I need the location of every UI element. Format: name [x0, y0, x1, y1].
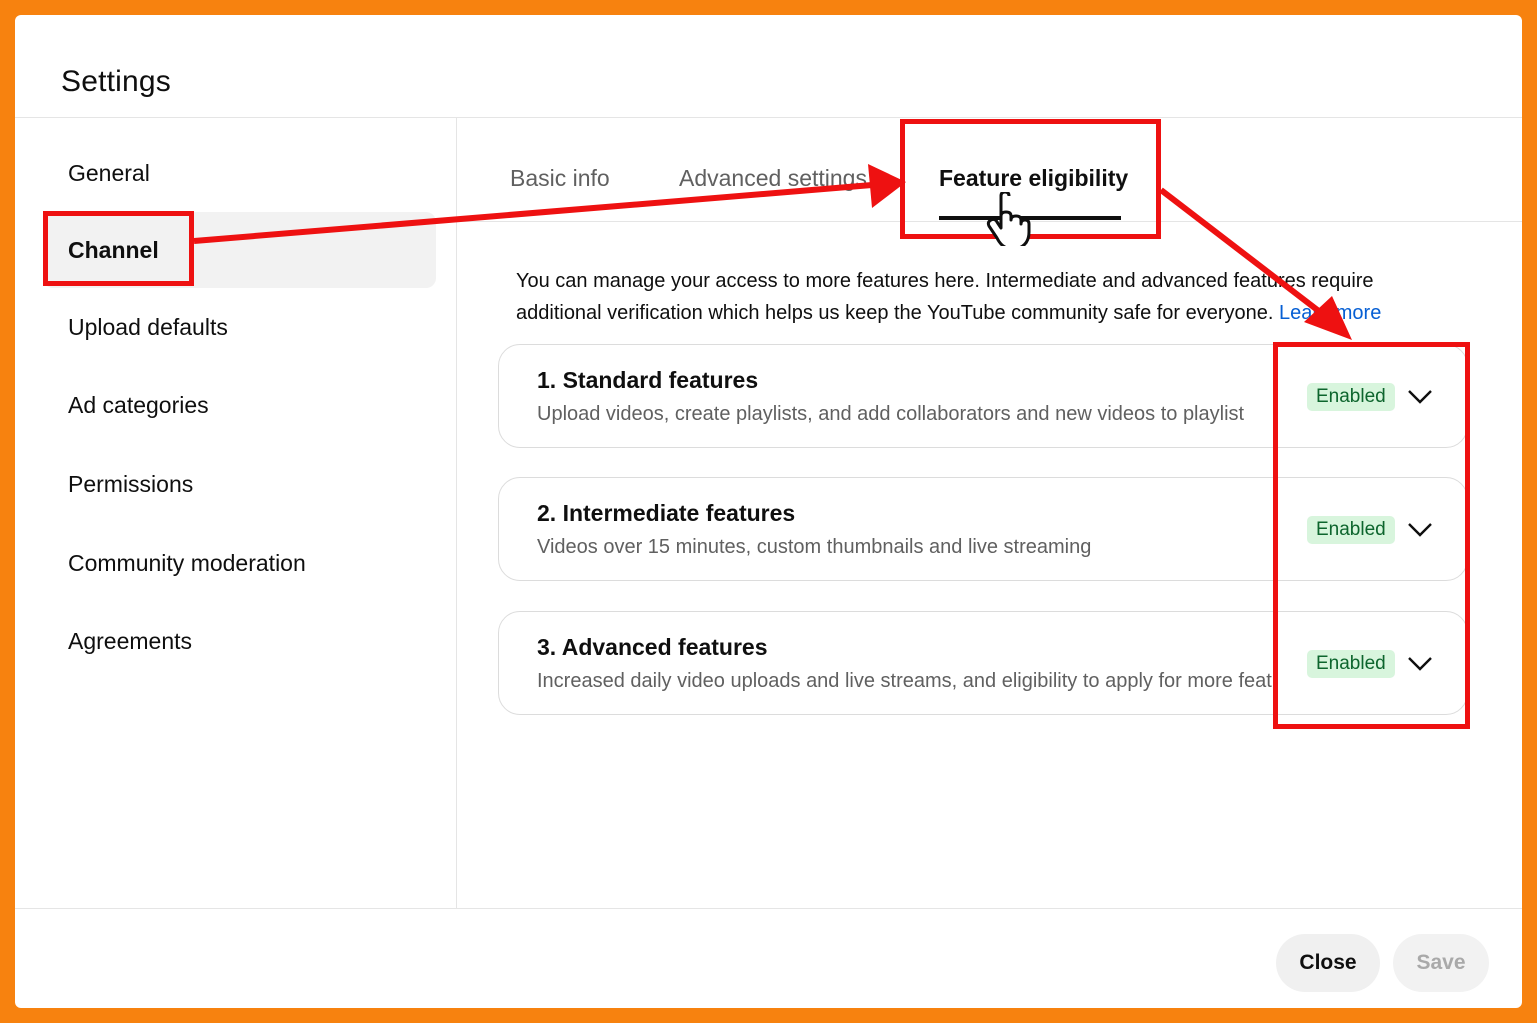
footer-divider [15, 908, 1522, 909]
sidebar-item-label: Ad categories [68, 391, 209, 418]
tab-advanced-settings[interactable]: Advanced settings [679, 165, 867, 192]
sidebar-item-label: General [68, 159, 150, 186]
sidebar-item-permissions[interactable]: Permissions [43, 446, 436, 522]
sidebar-item-label: Permissions [68, 470, 194, 497]
sidebar-item-ad-categories[interactable]: Ad categories [43, 367, 436, 443]
learn-more-link[interactable]: Learn more [1279, 302, 1381, 324]
sidebar-item-community-moderation[interactable]: Community moderation [43, 525, 436, 601]
feature-card-standard[interactable]: 1. Standard features Upload videos, crea… [498, 344, 1468, 448]
header-divider [15, 117, 1522, 118]
chevron-down-icon[interactable] [1407, 518, 1433, 540]
sidebar-item-agreements[interactable]: Agreements [43, 603, 436, 679]
status-badge: Enabled [1307, 383, 1395, 411]
intro-description: You can manage your access to more featu… [516, 270, 1374, 324]
chevron-down-icon[interactable] [1407, 385, 1433, 407]
sidebar-item-general[interactable]: General [43, 135, 436, 211]
feature-description: Upload videos, create playlists, and add… [537, 403, 1245, 425]
tab-basic-info[interactable]: Basic info [510, 165, 610, 192]
feature-description: Increased daily video uploads and live s… [537, 670, 1275, 692]
settings-dialog: Settings General Channel Upload defaults… [15, 15, 1522, 1008]
sidebar-item-channel[interactable]: Channel [43, 212, 436, 288]
dialog-title: Settings [61, 65, 171, 98]
feature-title: 2. Intermediate features [537, 500, 796, 526]
sidebar-divider [456, 118, 457, 908]
feature-card-intermediate[interactable]: 2. Intermediate features Videos over 15 … [498, 477, 1468, 581]
close-button[interactable]: Close [1276, 934, 1380, 992]
save-button[interactable]: Save [1393, 934, 1489, 992]
sidebar-item-upload-defaults[interactable]: Upload defaults [43, 289, 436, 365]
intro-text: You can manage your access to more featu… [516, 265, 1446, 329]
chevron-down-icon[interactable] [1407, 652, 1433, 674]
hand-pointer-icon [986, 192, 1031, 246]
feature-title: 1. Standard features [537, 367, 759, 393]
status-badge: Enabled [1307, 516, 1395, 544]
sidebar-item-label: Channel [68, 236, 159, 263]
sidebar-item-label: Upload defaults [68, 313, 228, 340]
tab-feature-eligibility[interactable]: Feature eligibility [939, 165, 1128, 192]
feature-title: 3. Advanced features [537, 634, 768, 660]
sidebar-item-label: Agreements [68, 627, 193, 654]
feature-description: Videos over 15 minutes, custom thumbnail… [537, 536, 1092, 558]
feature-card-advanced[interactable]: 3. Advanced features Increased daily vid… [498, 611, 1468, 715]
status-badge: Enabled [1307, 650, 1395, 678]
sidebar-item-label: Community moderation [68, 549, 306, 576]
